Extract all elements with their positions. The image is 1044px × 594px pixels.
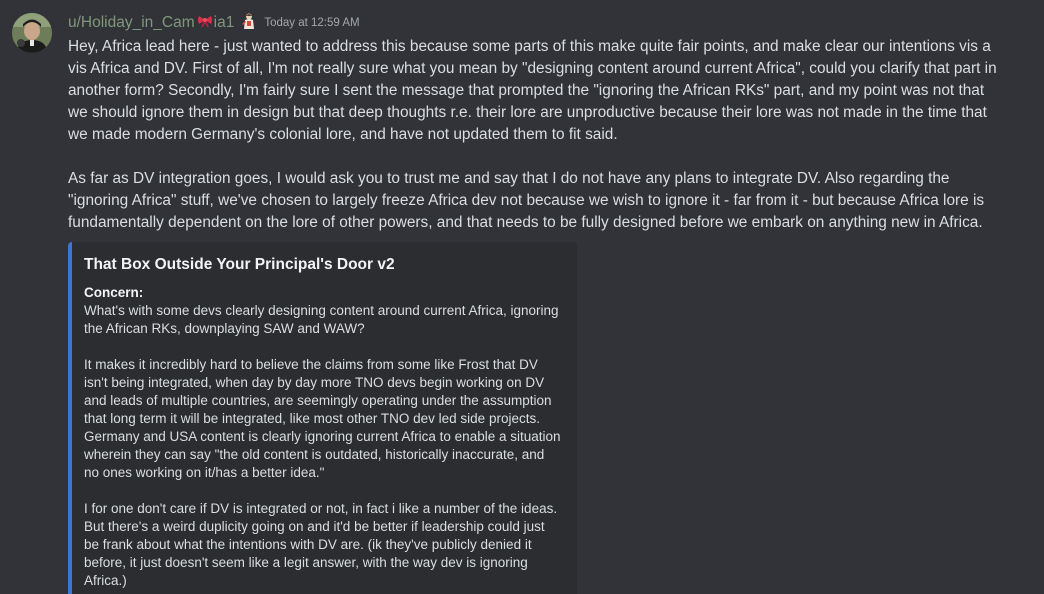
username-suffix[interactable]: ia1: [214, 14, 235, 32]
red-bow-icon: [197, 14, 213, 33]
message-header: u/Holiday_in_Cam ia1 Today at 12:59 AM: [68, 12, 1044, 34]
figure-badge-icon: [240, 12, 258, 35]
embed-field-name: Concern:: [84, 285, 144, 300]
embed-title[interactable]: That Box Outside Your Principal's Door v…: [84, 254, 563, 276]
avatar[interactable]: [12, 13, 52, 53]
embed-paragraph: I for one don't care if DV is integrated…: [84, 501, 558, 588]
embed-field-value: What's with some devs clearly designing …: [84, 302, 563, 590]
message-content: Hey, Africa lead here - just wanted to a…: [68, 36, 998, 234]
chat-message: u/Holiday_in_Cam ia1 Today at 12:59 AM H…: [0, 0, 1044, 594]
timestamp[interactable]: Today at 12:59 AM: [264, 17, 359, 29]
embed-paragraph: It makes it incredibly hard to believe t…: [84, 357, 561, 480]
embed: That Box Outside Your Principal's Door v…: [68, 242, 577, 594]
embed-paragraph: What's with some devs clearly designing …: [84, 303, 559, 336]
avatar-image: [12, 13, 52, 53]
username[interactable]: u/Holiday_in_Cam: [68, 14, 195, 32]
message-paragraph: Hey, Africa lead here - just wanted to a…: [68, 38, 997, 143]
message-paragraph: As far as DV integration goes, I would a…: [68, 170, 985, 231]
